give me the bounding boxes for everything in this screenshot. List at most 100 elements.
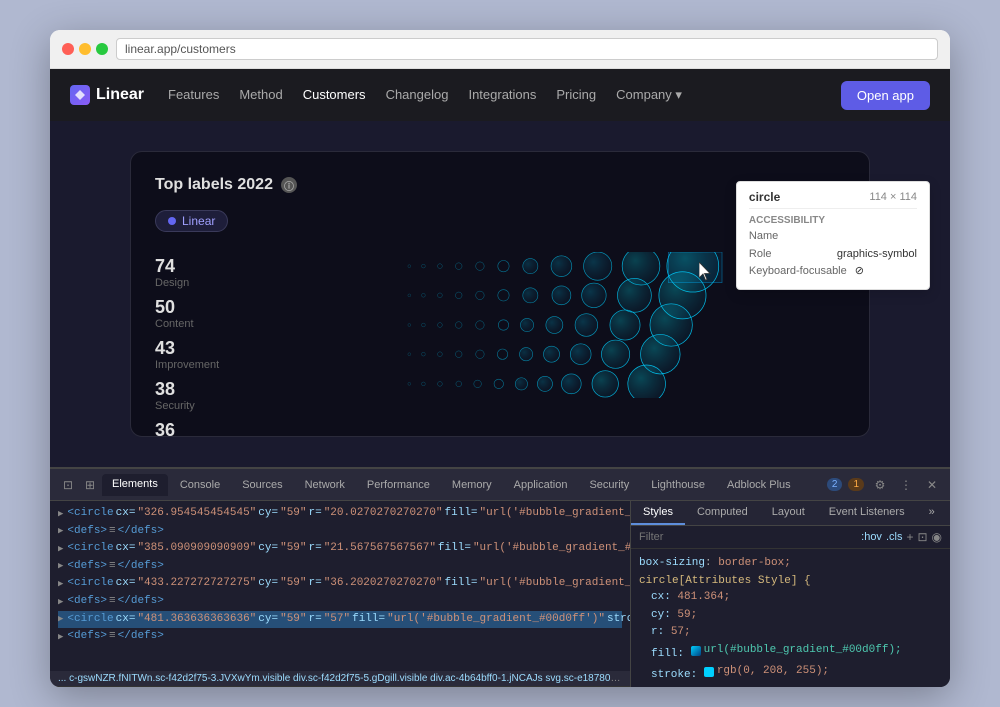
color-icon[interactable]: ◉ (932, 530, 942, 544)
nav-changelog[interactable]: Changelog (386, 87, 449, 103)
triangle-icon-1[interactable]: ▶ (58, 524, 63, 538)
browser-window: Linear Features Method Customers Changel… (50, 30, 950, 687)
triangle-icon[interactable]: ▶ (58, 507, 63, 521)
plus-icon[interactable]: + (906, 530, 913, 544)
address-bar[interactable] (116, 38, 938, 60)
dom-line-2: ▶ <circle cx="385.090909090909" cy="59" … (58, 540, 622, 558)
rule1-prop-5: stroke-width: 1.5; (639, 685, 942, 687)
rule1-selector: circle[Attributes Style] { (639, 575, 942, 587)
tab-application[interactable]: Application (504, 475, 578, 495)
viz-title-text: Top labels 2022 (155, 176, 273, 194)
nav-company[interactable]: Company ▾ (616, 87, 682, 103)
tooltip-header: circle 114 × 114 (749, 190, 917, 209)
nav-logo[interactable]: Linear (70, 85, 144, 105)
tooltip-tag: circle (749, 190, 780, 204)
logo-icon (70, 85, 90, 105)
filter-label: Linear (182, 214, 215, 228)
styles-tab-styles[interactable]: Styles (631, 501, 685, 525)
open-app-button[interactable]: Open app (841, 81, 930, 110)
label-row-3: 38 Security (155, 375, 275, 416)
styles-panel: Styles Computed Layout Event Listeners »… (630, 501, 950, 687)
label-row-4: 36 A11y (155, 416, 275, 437)
label-row-1: 50 Content (155, 293, 275, 334)
tab-performance[interactable]: Performance (357, 475, 440, 495)
main-content: Linear Features Method Customers Changel… (50, 69, 950, 687)
nav-pricing[interactable]: Pricing (556, 87, 596, 103)
chart-labels: 74 Design 50 Content 43 Improvement 38 (155, 252, 275, 398)
page-content: Top labels 2022 ⓘ Linear 74 Design 50 (50, 121, 950, 467)
settings-icon[interactable]: ⚙ (870, 475, 890, 495)
cls-badge[interactable]: .cls (886, 531, 903, 543)
styles-tab-computed[interactable]: Computed (685, 501, 760, 525)
tooltip-role-row: Role graphics-symbol (749, 246, 917, 264)
nav-method[interactable]: Method (239, 87, 282, 103)
hov-badge[interactable]: :hov (861, 531, 882, 543)
rule1-prop-4: stroke: rgb(0, 208, 255); (639, 663, 942, 684)
rule1-prop-0: cx: 481.364; (639, 589, 942, 607)
devtools-device-icon[interactable]: ⊞ (80, 475, 100, 495)
tab-lighthouse[interactable]: Lighthouse (641, 475, 715, 495)
label-row-0: 74 Design (155, 252, 275, 293)
devtools-body: ▶ <circle cx="326.954545454545" cy="59" … (50, 501, 950, 687)
screenshot-icon[interactable]: ⊡ (917, 530, 927, 544)
dom-line-1: ▶ <defs> ≡ </defs> (58, 523, 622, 541)
tab-sources[interactable]: Sources (232, 475, 292, 495)
label-number-0: 74 (155, 256, 275, 277)
nav-links: Features Method Customers Changelog Inte… (168, 87, 817, 103)
rule1-prop-1: cy: 59; (639, 607, 942, 625)
styles-filter-icons: + ⊡ ◉ (906, 530, 942, 544)
info-icon: ⓘ (281, 177, 297, 193)
styles-tab-layout[interactable]: Layout (760, 501, 817, 525)
tab-security[interactable]: Security (579, 475, 639, 495)
triangle-icon-7[interactable]: ▶ (58, 630, 63, 644)
styles-tabs: Styles Computed Layout Event Listeners » (631, 501, 950, 526)
minimize-button[interactable] (79, 43, 91, 55)
styles-tab-more[interactable]: » (917, 501, 947, 525)
devtools-inspect-icon[interactable]: ⊡ (58, 475, 78, 495)
console-badge: 2 (827, 478, 843, 491)
tooltip-keyboard-label: Keyboard-focusable (749, 263, 847, 281)
tooltip-accessibility-label: ACCESSIBILITY (749, 215, 917, 226)
nav-features[interactable]: Features (168, 87, 219, 103)
browser-chrome (50, 30, 950, 69)
styles-content: box-sizing: border-box; circle[Attribute… (631, 549, 950, 687)
tooltip-role-label: Role (749, 246, 829, 264)
tab-adblock[interactable]: Adblock Plus (717, 475, 801, 495)
tab-memory[interactable]: Memory (442, 475, 502, 495)
styles-tab-events[interactable]: Event Listeners (817, 501, 917, 525)
close-devtools-button[interactable]: ✕ (922, 475, 942, 495)
tab-console[interactable]: Console (170, 475, 230, 495)
more-icon[interactable]: ⋮ (896, 475, 916, 495)
maximize-button[interactable] (96, 43, 108, 55)
dom-tree[interactable]: ▶ <circle cx="326.954545454545" cy="59" … (50, 501, 630, 671)
tab-network[interactable]: Network (295, 475, 355, 495)
triangle-icon-4[interactable]: ▶ (58, 577, 63, 591)
filter-badges: :hov .cls (861, 531, 902, 543)
label-name-0: Design (155, 277, 275, 289)
label-number-1: 50 (155, 297, 275, 318)
breadcrumb-text: ... c-gswNZR.fNITWn.sc-f42d2f75-3.JVXwYm… (58, 673, 630, 684)
rule1-prop-3: fill: url(#bubble_gradient_#00d0ff); (639, 642, 942, 663)
label-number-3: 38 (155, 379, 275, 400)
nav-integrations[interactable]: Integrations (468, 87, 536, 103)
boxsizing-rule: box-sizing: border-box; (639, 557, 942, 569)
devtools-panel: ⊡ ⊞ Elements Console Sources Network Per… (50, 467, 950, 687)
triangle-icon-3[interactable]: ▶ (58, 559, 63, 573)
tab-elements[interactable]: Elements (102, 474, 168, 496)
styles-filter-input[interactable] (639, 531, 857, 543)
nav-customers[interactable]: Customers (303, 87, 366, 103)
filter-tab[interactable]: Linear (155, 210, 228, 232)
triangle-icon-6[interactable]: ▶ (58, 612, 63, 626)
elements-panel: ▶ <circle cx="326.954545454545" cy="59" … (50, 501, 630, 687)
rule1-prop-2: r: 57; (639, 624, 942, 642)
tooltip-role-value: graphics-symbol (837, 246, 917, 264)
label-name-1: Content (155, 318, 275, 330)
logo-text: Linear (96, 86, 144, 104)
close-button[interactable] (62, 43, 74, 55)
tooltip-name-label: Name (749, 228, 829, 246)
dom-line-5: ▶ <defs> ≡ </defs> (58, 593, 622, 611)
triangle-icon-2[interactable]: ▶ (58, 542, 63, 556)
triangle-icon-5[interactable]: ▶ (58, 595, 63, 609)
dom-line-4: ▶ <circle cx="433.227272727275" cy="59" … (58, 575, 622, 593)
breadcrumb: ... c-gswNZR.fNITWn.sc-f42d2f75-3.JVXwYm… (50, 671, 630, 687)
